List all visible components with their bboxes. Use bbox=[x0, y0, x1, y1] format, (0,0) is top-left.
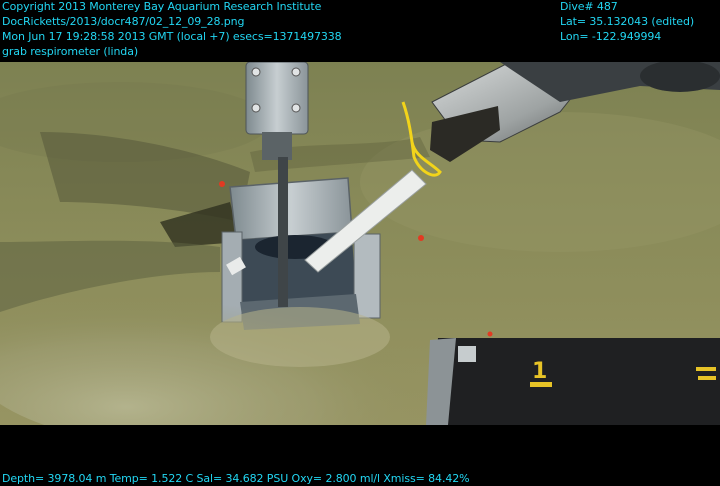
copyright-text: Copyright 2013 Monterey Bay Aquarium Res… bbox=[2, 0, 322, 13]
box-side-marking bbox=[698, 376, 716, 380]
manipulator-bolt bbox=[251, 103, 261, 113]
laser-dot bbox=[219, 181, 225, 187]
telemetry-text: Depth= 3978.04 m Temp= 1.522 C Sal= 34.6… bbox=[2, 472, 470, 485]
box-label-stripe bbox=[530, 382, 552, 387]
manipulator-jaw bbox=[262, 132, 292, 160]
respirometer-top-panel bbox=[229, 177, 353, 241]
box-handle bbox=[458, 346, 476, 362]
sediment-plume bbox=[210, 307, 390, 367]
manipulator-bolt bbox=[251, 67, 261, 77]
overlay-header-right: Dive# 487 Lat= 35.132043 (edited) Lon= -… bbox=[560, 0, 694, 44]
file-path-text: DocRicketts/2013/docr487/02_12_09_28.png bbox=[2, 15, 245, 28]
caption-text: grab respirometer (linda) bbox=[2, 45, 139, 58]
laser-dot bbox=[418, 235, 424, 241]
overlay-telemetry: Depth= 3978.04 m Temp= 1.522 C Sal= 34.6… bbox=[2, 471, 470, 486]
seafloor-scene: 1 bbox=[0, 62, 720, 425]
video-frame: Copyright 2013 Monterey Bay Aquarium Res… bbox=[0, 0, 720, 486]
dive-number-text: Dive# 487 bbox=[560, 0, 618, 13]
equipment-box: 1 bbox=[426, 338, 720, 425]
box-side-marking bbox=[696, 367, 716, 371]
manipulator-bolt bbox=[291, 67, 301, 77]
timestamp-text: Mon Jun 17 19:28:58 2013 GMT (local +7) … bbox=[2, 30, 342, 43]
manipulator-bolt bbox=[291, 103, 301, 113]
latitude-text: Lat= 35.132043 (edited) bbox=[560, 15, 695, 28]
laser-dot bbox=[487, 331, 493, 337]
box-number-marking: 1 bbox=[532, 359, 547, 384]
overlay-header-left: Copyright 2013 Monterey Bay Aquarium Res… bbox=[2, 0, 342, 59]
longitude-text: Lon= -122.949994 bbox=[560, 30, 662, 43]
